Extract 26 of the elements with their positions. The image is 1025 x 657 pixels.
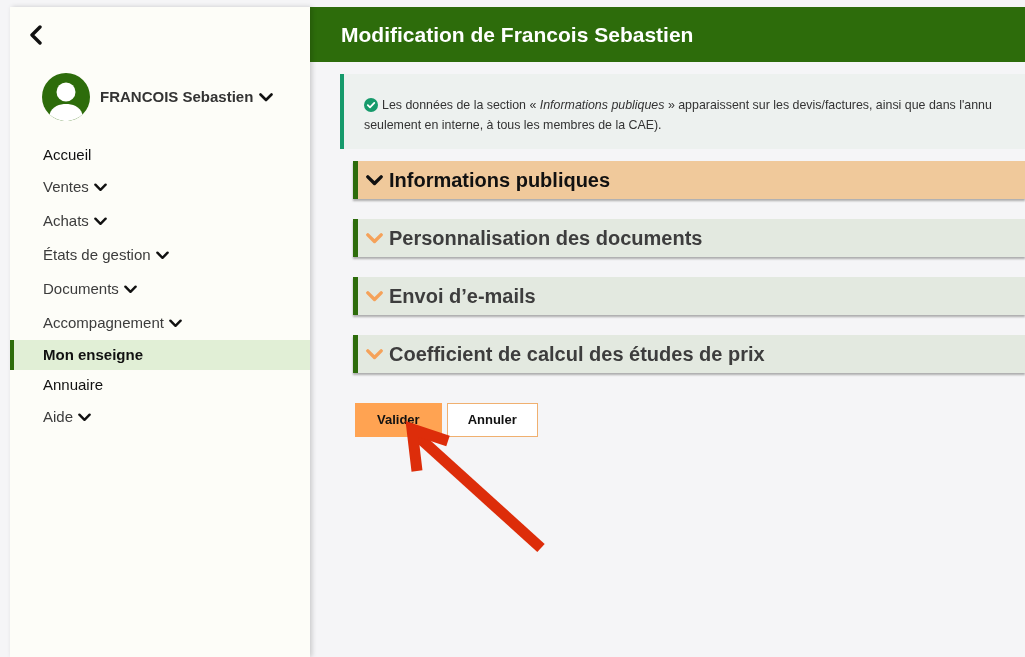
check-circle-icon	[364, 98, 378, 112]
menu-item[interactable]: Accompagnement	[10, 306, 310, 340]
accordion-header[interactable]: Personnalisation des documents	[353, 219, 1025, 257]
menu-item[interactable]: Mon enseigne	[10, 340, 310, 370]
menu-item[interactable]: Accueil	[10, 140, 310, 170]
chevron-down-icon	[259, 92, 274, 102]
notice-text: Les données de la section « Informations publiques » apparaissent sur les devis/factures, ainsi que dans l'annu	[382, 97, 992, 114]
chevron-left-icon	[28, 25, 42, 45]
chevron-down-icon	[366, 290, 383, 302]
menu-item[interactable]: Annuaire	[10, 370, 310, 400]
menu-item[interactable]: Ventes	[10, 170, 310, 204]
accordion-header[interactable]: Coefficient de calcul des études de prix	[353, 335, 1025, 373]
page-title: Modification de Francois Sebastien	[341, 21, 694, 48]
menu-item[interactable]: États de gestion	[10, 238, 310, 272]
notice-text: seulement en interne, à tous les membres de la CAE).	[364, 117, 662, 134]
menu-item[interactable]: Achats	[10, 204, 310, 238]
avatar-icon	[42, 73, 90, 121]
chevron-down-icon	[366, 348, 383, 360]
chevron-down-icon	[366, 232, 383, 244]
menu-item[interactable]: Documents	[10, 272, 310, 306]
accordion-header[interactable]: Informations publiques	[353, 161, 1025, 199]
menu-item[interactable]: Aide	[10, 400, 310, 434]
cancel-button[interactable]: Annuler	[446, 403, 538, 437]
user-menu[interactable]: FRANCOIS Sebastien	[100, 85, 274, 109]
chevron-down-icon	[366, 174, 383, 186]
accordion-header[interactable]: Envoi d’e-mails	[353, 277, 1025, 315]
